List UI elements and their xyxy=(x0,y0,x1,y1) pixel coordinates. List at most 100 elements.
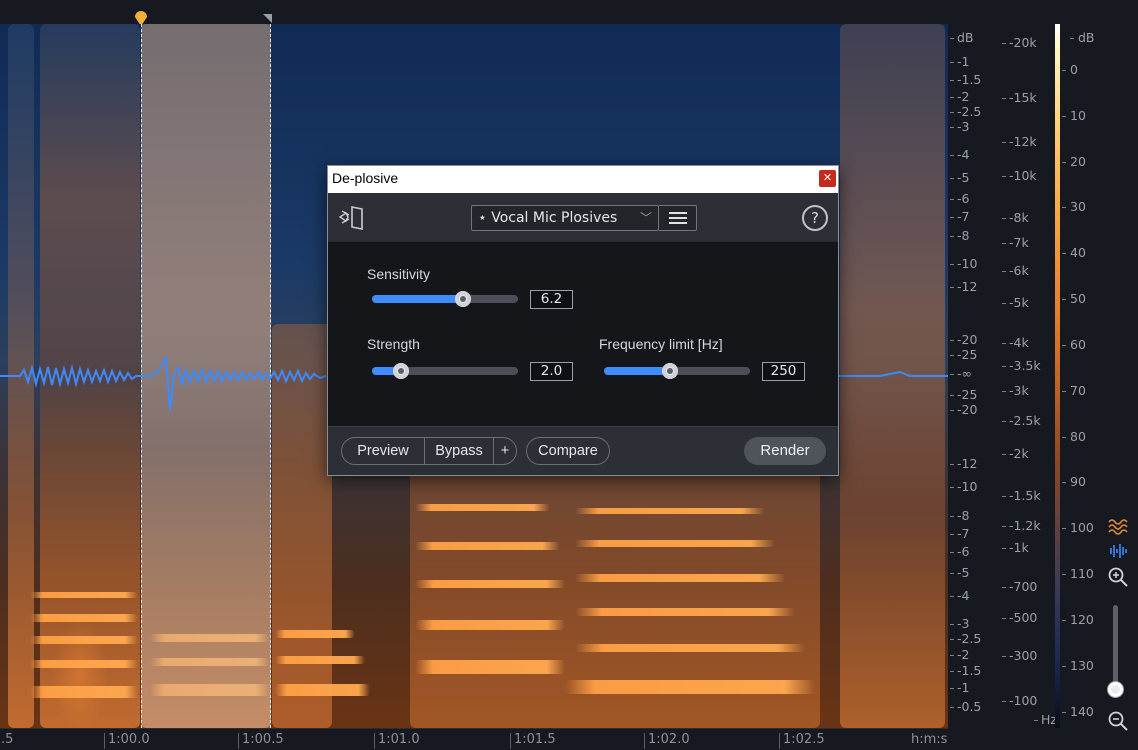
colorbar-label: 90 xyxy=(1062,474,1086,489)
time-label: 1:01.5 xyxy=(510,733,556,749)
time-label: 1:02.5 xyxy=(779,733,825,749)
close-icon: ✕ xyxy=(822,171,833,184)
db-label: -1.5 xyxy=(950,663,981,678)
hz-label: -2k xyxy=(1002,446,1029,461)
sensitivity-label: Sensitivity xyxy=(367,266,431,282)
db-label: -1 xyxy=(950,680,969,695)
colorbar-db-scale: dB 0 10 20 30 40 50 60 70 80 90 100 110 … xyxy=(1060,24,1100,728)
strength-slider[interactable] xyxy=(372,363,518,379)
db-label: -1 xyxy=(950,54,969,69)
colorbar-label: 130 xyxy=(1062,658,1094,673)
colorbar-label: 40 xyxy=(1062,245,1086,260)
db-label: -1.5 xyxy=(950,72,981,87)
dialog-titlebar[interactable]: De-plosive ✕ xyxy=(328,166,838,193)
compare-button[interactable]: Compare xyxy=(526,437,610,465)
hz-label: -10k xyxy=(1002,168,1037,183)
bypass-button[interactable]: Bypass xyxy=(424,437,494,465)
hamburger-icon xyxy=(669,217,687,219)
db-label: -2 xyxy=(950,647,969,662)
zoom-slider[interactable] xyxy=(1108,605,1123,697)
db-label: dB xyxy=(950,30,974,45)
hz-label: -700 xyxy=(1002,579,1037,594)
hz-label: -4k xyxy=(1002,335,1029,350)
selection-end-marker-icon[interactable] xyxy=(263,14,272,23)
sensitivity-value-field[interactable]: 6.2 xyxy=(530,290,573,309)
db-label: -∞ xyxy=(950,366,972,381)
sensitivity-slider-fill xyxy=(372,295,463,303)
db-label: -0.5 xyxy=(950,699,981,714)
hz-label: -5k xyxy=(1002,295,1029,310)
db-label: -7 xyxy=(950,209,969,224)
db-label: -25 xyxy=(950,347,977,362)
colorbar-label: 140 xyxy=(1062,704,1094,719)
rx-editor-window: .5 1:00.0 1:00.5 1:01.0 1:01.5 1:02.0 1:… xyxy=(0,0,1138,750)
waveform-view-icon[interactable] xyxy=(1106,540,1130,562)
hz-label: -500 xyxy=(1002,610,1037,625)
bypass-plus-button[interactable]: + xyxy=(493,437,517,465)
strength-value-field[interactable]: 2.0 xyxy=(530,362,573,381)
help-icon: ? xyxy=(811,209,819,227)
db-label: -7 xyxy=(950,526,969,541)
zoom-in-icon[interactable] xyxy=(1106,566,1130,588)
time-label: .5 xyxy=(1,732,14,747)
hz-label: -1.5k xyxy=(1002,488,1041,503)
dialog-footer: Preview Bypass + Compare Render xyxy=(328,426,838,475)
hz-label: -7k xyxy=(1002,235,1029,250)
time-format-label: h:m:s xyxy=(911,732,948,747)
zoom-out-icon[interactable] xyxy=(1106,710,1130,732)
db-label: -12 xyxy=(950,279,977,294)
spectrogram-view-icon[interactable] xyxy=(1106,516,1130,538)
frequency-limit-value-field[interactable]: 250 xyxy=(762,362,805,381)
preset-menu-button[interactable] xyxy=(659,205,697,231)
db-label: -25 xyxy=(950,387,977,402)
time-label: 1:00.0 xyxy=(104,733,150,749)
db-label: -4 xyxy=(950,588,969,603)
colorbar-label: 110 xyxy=(1062,566,1094,581)
close-button[interactable]: ✕ xyxy=(819,170,836,187)
colorbar-label: 10 xyxy=(1062,108,1086,123)
colorbar-label: 80 xyxy=(1062,429,1086,444)
sensitivity-slider[interactable] xyxy=(372,291,518,307)
time-label: 1:00.5 xyxy=(238,733,284,749)
de-plosive-dialog: De-plosive ✕ ⋆ Vocal Mic Plosives ﹀ ? Se… xyxy=(327,165,839,476)
strength-slider-knob[interactable] xyxy=(393,363,409,379)
time-ruler[interactable]: .5 1:00.0 1:00.5 1:01.0 1:01.5 1:02.0 1:… xyxy=(0,728,948,750)
time-label: 1:01.0 xyxy=(374,733,420,749)
frequency-limit-slider-fill xyxy=(604,367,670,375)
db-label: -2.5 xyxy=(950,631,981,646)
amplitude-db-scale[interactable]: dB -1 -1.5 -2 -2.5 -3 -4 -5 -6 -7 -8 -10… xyxy=(948,24,1000,728)
colorbar-label: 0 xyxy=(1062,62,1078,77)
hz-unit-label: Hz xyxy=(1034,712,1057,727)
db-label: -5 xyxy=(950,170,969,185)
hz-label: -6k xyxy=(1002,263,1029,278)
de-plosive-module-icon xyxy=(338,206,363,230)
help-button[interactable]: ? xyxy=(802,205,828,231)
colorbar-label: 30 xyxy=(1062,199,1086,214)
frequency-limit-slider[interactable] xyxy=(604,363,750,379)
dialog-title: De-plosive xyxy=(332,170,399,186)
preset-dropdown[interactable]: ⋆ Vocal Mic Plosives ﹀ xyxy=(471,205,659,231)
db-label: -8 xyxy=(950,228,969,243)
strength-label: Strength xyxy=(367,336,420,352)
colorbar-label: 20 xyxy=(1062,154,1086,169)
hz-label: -3.5k xyxy=(1002,358,1041,373)
timeline-marker-strip[interactable] xyxy=(0,0,948,26)
colorbar-label: 60 xyxy=(1062,337,1086,352)
hz-label: -100 xyxy=(1002,693,1037,708)
hz-label: -8k xyxy=(1002,210,1029,225)
sensitivity-slider-knob[interactable] xyxy=(455,291,471,307)
zoom-slider-knob[interactable] xyxy=(1108,682,1123,697)
render-button[interactable]: Render xyxy=(744,437,826,465)
frequency-limit-slider-knob[interactable] xyxy=(662,363,678,379)
colorbar-unit: dB xyxy=(1070,30,1095,45)
db-label: -6 xyxy=(950,544,969,559)
hamburger-icon xyxy=(669,212,687,214)
frequency-hz-scale[interactable]: -20k -15k -12k -10k -8k -7k -6k -5k -4k … xyxy=(1000,24,1057,728)
hz-label: -1k xyxy=(1002,540,1029,555)
preview-button[interactable]: Preview xyxy=(341,437,425,465)
hz-label: -3k xyxy=(1002,383,1029,398)
db-label: -5 xyxy=(950,565,969,580)
frequency-limit-label: Frequency limit [Hz] xyxy=(599,336,723,352)
colorbar-label: 70 xyxy=(1062,383,1086,398)
hz-label: -20k xyxy=(1002,35,1037,50)
